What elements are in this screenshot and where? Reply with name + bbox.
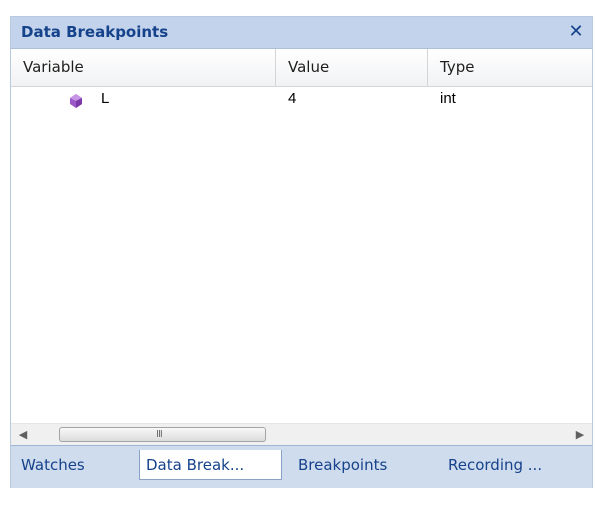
column-header-variable[interactable]: Variable (11, 49, 276, 86)
tab-recording[interactable]: Recording ... (442, 450, 548, 480)
breakpoint-list: L 4 int (11, 87, 592, 423)
variable-type: int (440, 90, 456, 107)
tab-data-breakpoints[interactable]: Data Break... (139, 450, 282, 480)
tab-breakpoints[interactable]: Breakpoints (292, 450, 393, 480)
scrollbar-grip: III (156, 429, 163, 440)
variable-name: L (101, 90, 110, 107)
close-icon[interactable]: ✕ (566, 22, 586, 42)
bottom-tab-strip: Watches Data Break... Breakpoints Record… (11, 445, 592, 488)
scrollbar-thumb[interactable]: III (59, 427, 266, 442)
data-breakpoints-panel: Data Breakpoints ✕ Variable Value Type L… (10, 16, 593, 488)
purple-variable-icon (70, 94, 82, 108)
scroll-right-icon[interactable]: ▶ (572, 427, 588, 443)
window: Data Breakpoints ✕ Variable Value Type L… (0, 0, 595, 505)
table-row[interactable]: L 4 int (11, 87, 592, 113)
panel-title-bar: Data Breakpoints ✕ (11, 17, 592, 49)
tab-watches[interactable]: Watches (15, 450, 91, 480)
horizontal-scrollbar[interactable]: ◀ III ▶ (11, 423, 592, 445)
scroll-left-icon[interactable]: ◀ (15, 427, 31, 443)
panel-title: Data Breakpoints (21, 23, 169, 41)
column-header-row: Variable Value Type (11, 49, 592, 87)
column-header-value[interactable]: Value (276, 49, 428, 86)
variable-value: 4 (288, 90, 297, 107)
column-header-type[interactable]: Type (428, 49, 593, 86)
